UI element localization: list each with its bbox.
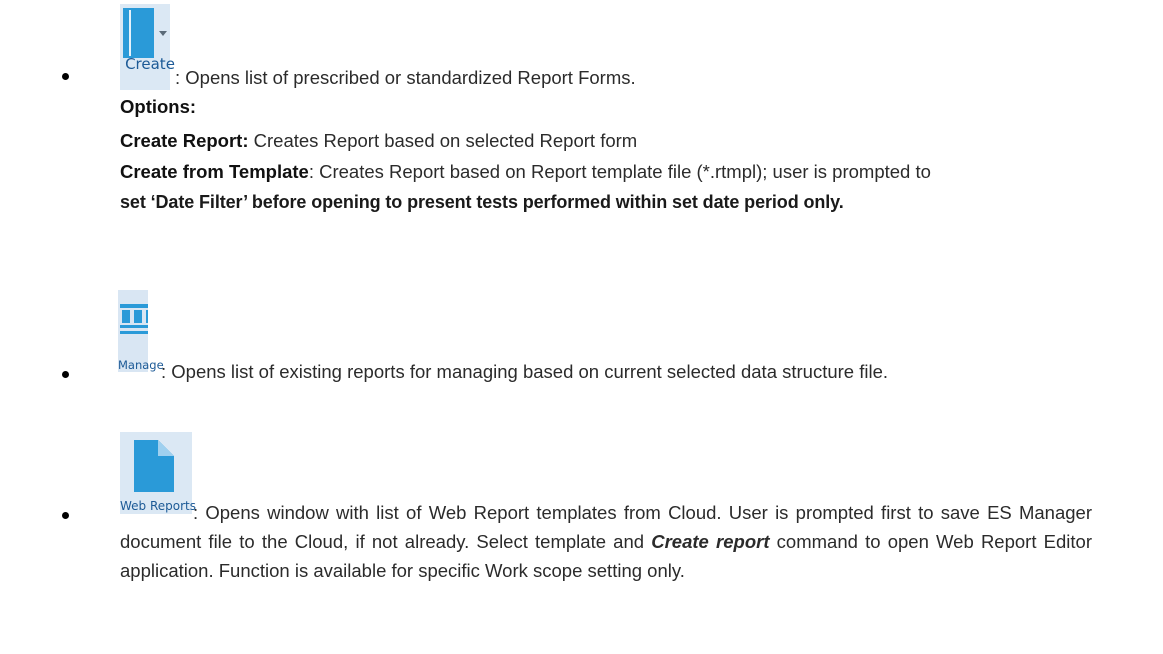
create-report-emphasis: Create report xyxy=(651,531,770,552)
create-button[interactable] xyxy=(120,4,170,90)
bullet xyxy=(62,73,69,80)
create-description: : Opens list of prescribed or standardiz… xyxy=(175,67,636,88)
option-create-report: Create Report: Creates Report based on s… xyxy=(120,126,637,155)
web-reports-description: : Opens window with list of Web Report t… xyxy=(120,498,1092,585)
option-term: Create Report: xyxy=(120,130,249,151)
option-continuation: set ‘Date Filter’ before opening to pres… xyxy=(120,192,844,212)
manage-button-label: Manage xyxy=(118,358,164,372)
option-create-from-template: Create from Template: Creates Report bas… xyxy=(120,157,931,186)
bullet xyxy=(62,371,69,378)
option-text: : Creates Report based on Report templat… xyxy=(308,161,931,182)
option-text: Creates Report based on selected Report … xyxy=(248,130,638,151)
bullet xyxy=(62,512,69,519)
options-heading: Options: xyxy=(120,96,197,117)
manage-description: : Opens list of existing reports for man… xyxy=(161,361,889,382)
web-reports-document-icon xyxy=(134,440,174,497)
option-term: Create from Template xyxy=(120,161,309,182)
create-button-label: Create xyxy=(125,55,175,73)
